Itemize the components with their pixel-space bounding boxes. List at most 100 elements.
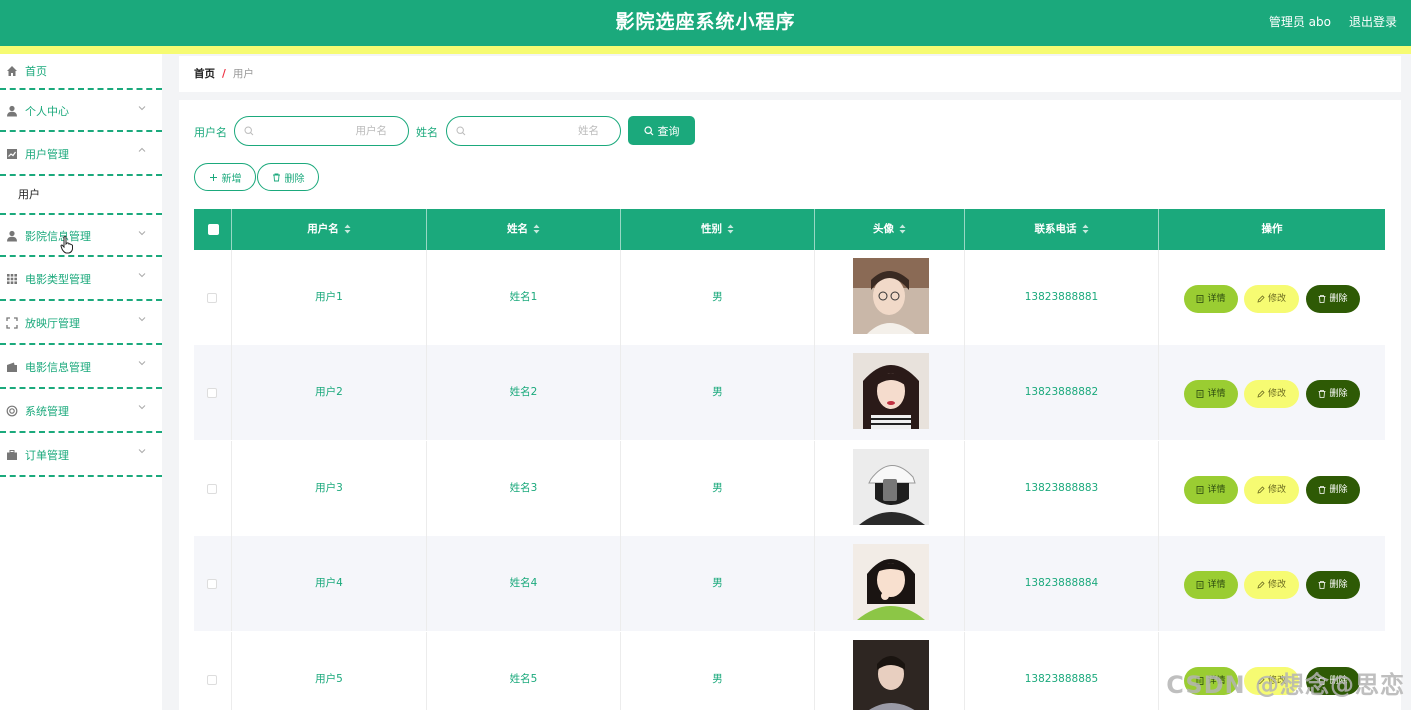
sort-icon xyxy=(533,224,540,234)
name-cell: 姓名5 xyxy=(427,632,621,710)
username-search-label: 用户名 xyxy=(194,126,227,139)
delete-button[interactable]: 删除 xyxy=(1306,571,1360,599)
sidebar-item-label: 影院信息管理 xyxy=(25,230,91,243)
search-icon xyxy=(643,125,653,135)
name-search-input[interactable] xyxy=(469,121,599,141)
detail-button-label: 详情 xyxy=(1207,484,1226,495)
sidebar-item-personal-center[interactable]: 个人中心 xyxy=(0,92,162,132)
column-header-phone[interactable]: 联系电话 xyxy=(965,209,1159,250)
column-header-avatar[interactable]: 头像 xyxy=(815,209,965,250)
avatar-image[interactable] xyxy=(853,449,929,525)
sidebar-item-system[interactable]: 系统管理 xyxy=(0,391,162,433)
sort-icon xyxy=(727,224,734,234)
table-row: 用户4 姓名4 男 13823888884 详情 修改 删除 xyxy=(194,536,1385,631)
sidebar-item-movie-type[interactable]: 电影类型管理 xyxy=(0,259,162,301)
query-button[interactable]: 查询 xyxy=(628,116,695,145)
detail-button[interactable]: 详情 xyxy=(1184,571,1238,599)
hand-cursor-icon xyxy=(60,236,73,254)
edit-button-label: 修改 xyxy=(1267,293,1286,304)
sort-icon xyxy=(1082,224,1088,234)
username-cell: 用户3 xyxy=(232,441,427,536)
current-user-label: 管理员 abo xyxy=(1268,15,1331,29)
row-select-cell xyxy=(194,441,232,536)
edit-button[interactable]: 修改 xyxy=(1244,476,1299,504)
sort-icon xyxy=(899,224,906,234)
chevron-down-icon xyxy=(138,317,146,322)
avatar-cell xyxy=(815,345,965,440)
column-header-username[interactable]: 用户名 xyxy=(232,209,427,250)
row-checkbox[interactable] xyxy=(207,484,217,494)
breadcrumb: 首页 / 用户 xyxy=(179,56,1401,92)
chevron-down-icon xyxy=(138,449,146,454)
gender-cell: 男 xyxy=(621,345,815,440)
edit-button[interactable]: 修改 xyxy=(1244,380,1299,408)
select-all-checkbox[interactable] xyxy=(208,224,219,235)
username-cell: 用户4 xyxy=(232,536,427,631)
row-checkbox[interactable] xyxy=(207,675,217,685)
sidebar-item-cinema-info[interactable]: 影院信息管理 xyxy=(0,217,162,257)
username-search-input[interactable] xyxy=(257,121,387,141)
home-icon xyxy=(7,66,17,76)
column-header-name[interactable]: 姓名 xyxy=(427,209,621,250)
search-icon xyxy=(244,126,254,136)
table-row: 用户3 姓名3 男 13823888883 详情 修改 删除 xyxy=(194,441,1385,536)
gender-cell: 男 xyxy=(621,632,815,710)
sidebar-item-order[interactable]: 订单管理 xyxy=(0,435,162,477)
logout-link[interactable]: 退出登录 xyxy=(1349,0,1397,44)
phone-cell: 13823888882 xyxy=(965,345,1159,440)
column-header-label: 姓名 xyxy=(507,223,528,235)
sidebar-item-label: 首页 xyxy=(25,65,47,78)
chevron-down-icon xyxy=(138,231,146,236)
edit-button-label: 修改 xyxy=(1267,579,1286,590)
avatar-image[interactable] xyxy=(853,258,929,334)
breadcrumb-home[interactable]: 首页 xyxy=(194,68,215,80)
detail-button[interactable]: 详情 xyxy=(1184,380,1238,408)
row-checkbox[interactable] xyxy=(207,388,217,398)
chevron-down-icon xyxy=(138,405,146,410)
csdn-watermark: CSDN @想念@思恋 xyxy=(1166,671,1405,699)
gender-cell: 男 xyxy=(621,536,815,631)
sidebar-item-user-management[interactable]: 用户管理 xyxy=(0,134,162,176)
add-button-label: 新增 xyxy=(221,173,242,185)
row-checkbox[interactable] xyxy=(207,293,217,303)
detail-button[interactable]: 详情 xyxy=(1184,285,1238,313)
name-cell: 姓名3 xyxy=(427,441,621,536)
grid-icon xyxy=(7,274,17,284)
delete-button[interactable]: 删除 xyxy=(1306,476,1360,504)
edit-button[interactable]: 修改 xyxy=(1244,285,1299,313)
breadcrumb-separator: / xyxy=(222,68,226,80)
chevron-down-icon xyxy=(138,361,146,366)
avatar-image[interactable] xyxy=(853,640,929,710)
delete-button[interactable]: 删除 xyxy=(1306,285,1360,313)
column-header-label: 头像 xyxy=(873,223,894,235)
detail-button[interactable]: 详情 xyxy=(1184,476,1238,504)
search-icon xyxy=(456,126,466,136)
sidebar-item-label: 订单管理 xyxy=(25,449,69,462)
add-button[interactable]: 新增 xyxy=(194,163,256,191)
phone-cell: 13823888884 xyxy=(965,536,1159,631)
column-header-gender[interactable]: 性别 xyxy=(621,209,815,250)
sidebar-item-label: 放映厅管理 xyxy=(25,317,80,330)
sidebar-item-hall[interactable]: 放映厅管理 xyxy=(0,303,162,345)
avatar-image[interactable] xyxy=(853,353,929,429)
delete-button[interactable]: 删除 xyxy=(1306,380,1360,408)
column-header-label: 性别 xyxy=(701,223,722,235)
row-select-cell xyxy=(194,250,232,345)
trash-icon xyxy=(1318,581,1326,589)
sidebar-item-home[interactable]: 首页 xyxy=(0,54,162,90)
batch-delete-button[interactable]: 删除 xyxy=(257,163,319,191)
column-header-label: 用户名 xyxy=(307,223,339,235)
avatar-image[interactable] xyxy=(853,544,929,620)
sidebar-subitem-user[interactable]: 用户 xyxy=(0,176,162,215)
trash-icon xyxy=(1318,486,1326,494)
pencil-icon xyxy=(1257,581,1265,589)
sidebar-item-label: 电影信息管理 xyxy=(25,361,91,374)
avatar-cell xyxy=(815,441,965,536)
briefcase-icon xyxy=(7,450,17,460)
edit-button[interactable]: 修改 xyxy=(1244,571,1299,599)
row-checkbox[interactable] xyxy=(207,579,217,589)
username-cell: 用户5 xyxy=(232,632,427,710)
sidebar-item-movie-info[interactable]: 电影信息管理 xyxy=(0,347,162,389)
trash-icon xyxy=(1318,295,1326,303)
gender-cell: 男 xyxy=(621,250,815,345)
